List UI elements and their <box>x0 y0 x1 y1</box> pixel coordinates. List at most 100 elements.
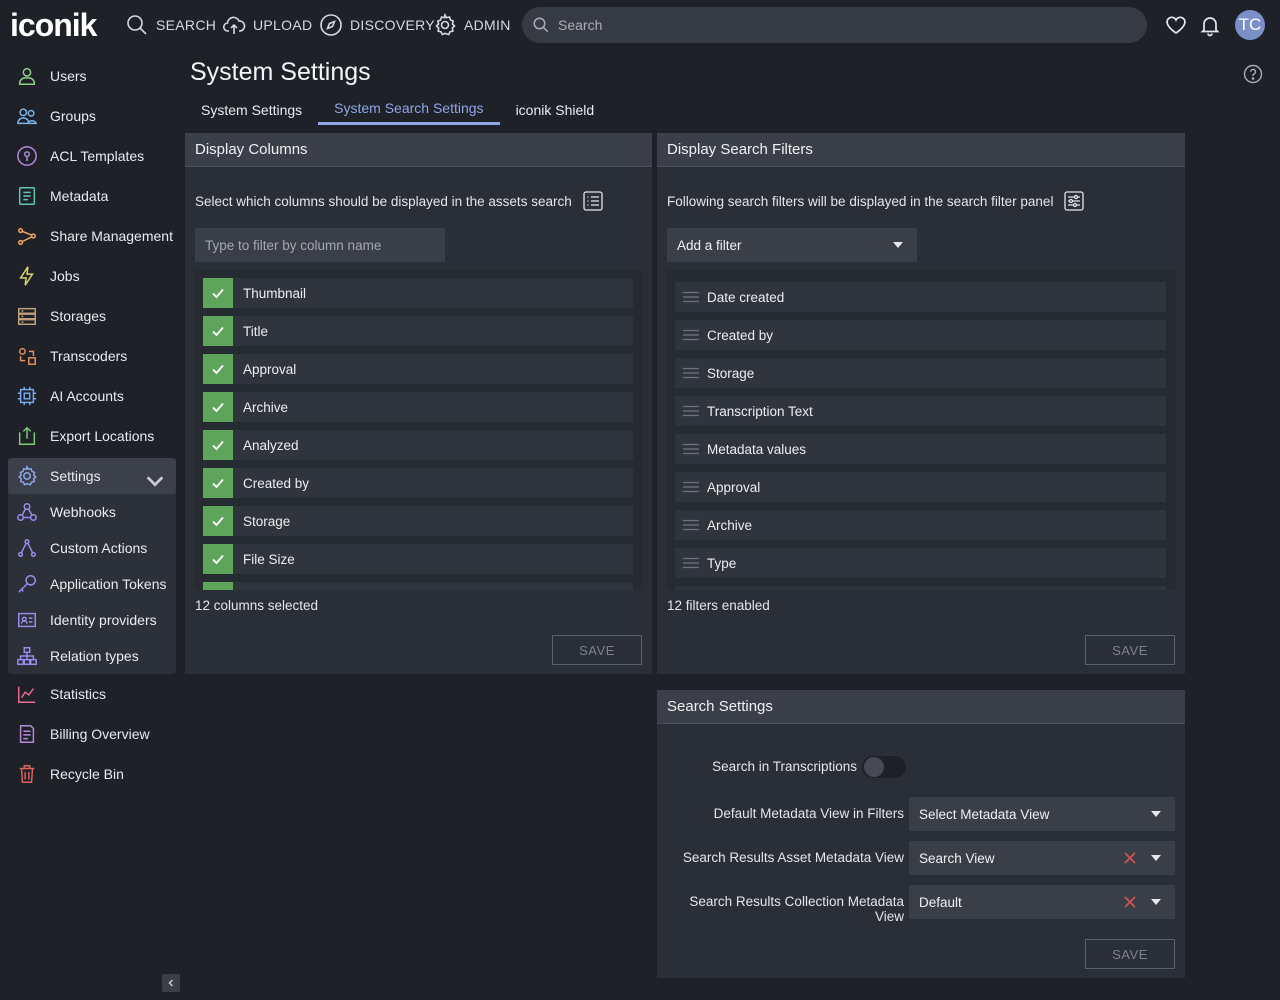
drag-handle-icon[interactable] <box>683 291 699 303</box>
column-checkbox[interactable] <box>203 354 233 384</box>
column-checkbox[interactable] <box>203 392 233 422</box>
column-checkbox[interactable] <box>203 544 233 574</box>
nav-upload[interactable]: UPLOAD <box>222 12 312 38</box>
avatar[interactable]: TC <box>1235 10 1265 40</box>
add-filter-dropdown[interactable]: Add a filter <box>667 228 917 262</box>
nav-discovery[interactable]: DISCOVERY <box>319 12 435 38</box>
sidebar-item-export-locations[interactable]: Export Locations <box>8 418 176 454</box>
display-filters-panel: Display Search Filters Following search … <box>657 133 1185 674</box>
metadata-icon <box>16 185 38 207</box>
display-columns-panel: Display Columns Select which columns sho… <box>185 133 652 674</box>
global-search-input[interactable] <box>558 17 1118 33</box>
sidebar-item-acl-templates[interactable]: ACL Templates <box>8 138 176 174</box>
column-row-title[interactable]: Title <box>203 316 633 346</box>
drag-handle-icon[interactable] <box>683 557 699 569</box>
column-checkbox[interactable] <box>203 316 233 346</box>
drag-handle-icon[interactable] <box>683 329 699 341</box>
sidebar-item-ai-accounts[interactable]: AI Accounts <box>8 378 176 414</box>
column-checkbox[interactable] <box>203 278 233 308</box>
filter-row-metadata-values[interactable]: Metadata values <box>675 434 1166 464</box>
drag-handle-icon[interactable] <box>683 519 699 531</box>
collection-metadata-view-select[interactable]: Default <box>909 885 1175 919</box>
clear-icon[interactable] <box>1123 895 1137 909</box>
asset-metadata-view-select[interactable]: Search View <box>909 841 1175 875</box>
filter-label: Transcription Text <box>707 404 813 419</box>
heart-icon[interactable] <box>1164 13 1188 37</box>
column-row-file-size[interactable]: File Size <box>203 544 633 574</box>
filter-row-archive[interactable]: Archive <box>675 510 1166 540</box>
save-filters-button[interactable]: SAVE <box>1085 635 1175 665</box>
checkmark-icon <box>210 399 226 415</box>
drag-handle-icon[interactable] <box>683 443 699 455</box>
sidebar-item-metadata[interactable]: Metadata <box>8 178 176 214</box>
filters-enabled-count: 12 filters enabled <box>667 598 770 613</box>
sidebar-item-custom-actions[interactable]: Custom Actions <box>8 530 176 566</box>
column-row-partial[interactable] <box>203 582 633 590</box>
sidebar-item-recycle-bin[interactable]: Recycle Bin <box>8 756 176 792</box>
filter-row-transcription-text[interactable]: Transcription Text <box>675 396 1166 426</box>
collapse-sidebar-button[interactable] <box>162 974 180 992</box>
column-label: Storage <box>243 514 290 529</box>
sidebar-item-users[interactable]: Users <box>8 58 176 94</box>
column-row-approval[interactable]: Approval <box>203 354 633 384</box>
default-metadata-view-select[interactable]: Select Metadata View <box>909 797 1175 831</box>
filter-row-created-by[interactable]: Created by <box>675 320 1166 350</box>
id-card-icon <box>16 609 38 631</box>
column-row-created-by[interactable]: Created by <box>203 468 633 498</box>
columns-list[interactable]: Thumbnail Title Approval Archive Analyze… <box>195 270 643 590</box>
column-checkbox[interactable] <box>203 430 233 460</box>
column-checkbox[interactable] <box>203 506 233 536</box>
column-row-thumbnail[interactable]: Thumbnail <box>203 278 633 308</box>
tab-iconik-shield[interactable]: iconik Shield <box>500 94 611 125</box>
filter-row-approval[interactable]: Approval <box>675 472 1166 502</box>
add-filter-label: Add a filter <box>677 238 742 253</box>
filter-row-partial[interactable] <box>675 586 1166 590</box>
sidebar-item-application-tokens[interactable]: Application Tokens <box>8 566 176 602</box>
filter-row-type[interactable]: Type <box>675 548 1166 578</box>
filters-list[interactable]: Date created Created by Storage Transcri… <box>667 270 1176 590</box>
filter-row-storage[interactable]: Storage <box>675 358 1166 388</box>
column-checkbox[interactable] <box>203 468 233 498</box>
sidebar-item-storages[interactable]: Storages <box>8 298 176 334</box>
column-row-analyzed[interactable]: Analyzed <box>203 430 633 460</box>
sidebar-item-jobs[interactable]: Jobs <box>8 258 176 294</box>
sidebar-item-statistics[interactable]: Statistics <box>8 676 176 712</box>
webhook-icon <box>16 501 38 523</box>
nav-search[interactable]: SEARCH <box>125 12 216 38</box>
search-icon <box>125 13 149 37</box>
sidebar-item-groups[interactable]: Groups <box>8 98 176 134</box>
filter-settings-icon[interactable] <box>1063 190 1085 212</box>
help-icon[interactable] <box>1243 64 1263 84</box>
column-row-storage[interactable]: Storage <box>203 506 633 536</box>
global-search[interactable] <box>522 7 1147 43</box>
save-columns-button[interactable]: SAVE <box>552 635 642 665</box>
column-row-archive[interactable]: Archive <box>203 392 633 422</box>
drag-handle-icon[interactable] <box>683 481 699 493</box>
sidebar-item-label: Share Management <box>50 228 173 244</box>
lightning-icon <box>16 265 38 287</box>
sidebar-item-transcoders[interactable]: Transcoders <box>8 338 176 374</box>
sidebar-item-billing-overview[interactable]: Billing Overview <box>8 716 176 752</box>
column-checkbox[interactable] <box>203 582 233 590</box>
nav-admin[interactable]: ADMIN <box>433 12 511 38</box>
share-icon <box>16 225 38 247</box>
search-transcriptions-label: Search in Transcriptions <box>657 759 857 774</box>
bell-icon[interactable] <box>1198 13 1222 37</box>
clear-icon[interactable] <box>1123 851 1137 865</box>
drag-handle-icon[interactable] <box>683 367 699 379</box>
filter-row-date-created[interactable]: Date created <box>675 282 1166 312</box>
sidebar-item-identity-providers[interactable]: Identity providers <box>8 602 176 638</box>
sidebar-item-webhooks[interactable]: Webhooks <box>8 494 176 530</box>
drag-handle-icon[interactable] <box>683 405 699 417</box>
sidebar-item-relation-types[interactable]: Relation types <box>8 638 176 674</box>
tab-system-settings[interactable]: System Settings <box>185 94 318 125</box>
search-transcriptions-toggle[interactable] <box>862 756 906 778</box>
sidebar-item-settings[interactable]: Settings <box>8 458 176 494</box>
display-columns-description-text: Select which columns should be displayed… <box>195 194 572 209</box>
tab-system-search-settings[interactable]: System Search Settings <box>318 94 499 125</box>
sidebar-item-share-management[interactable]: Share Management <box>8 218 176 254</box>
save-search-settings-button[interactable]: SAVE <box>1085 939 1175 969</box>
column-filter-input[interactable] <box>195 228 445 262</box>
iconik-logo[interactable]: iconik <box>10 8 96 42</box>
column-list-icon[interactable] <box>582 190 604 212</box>
